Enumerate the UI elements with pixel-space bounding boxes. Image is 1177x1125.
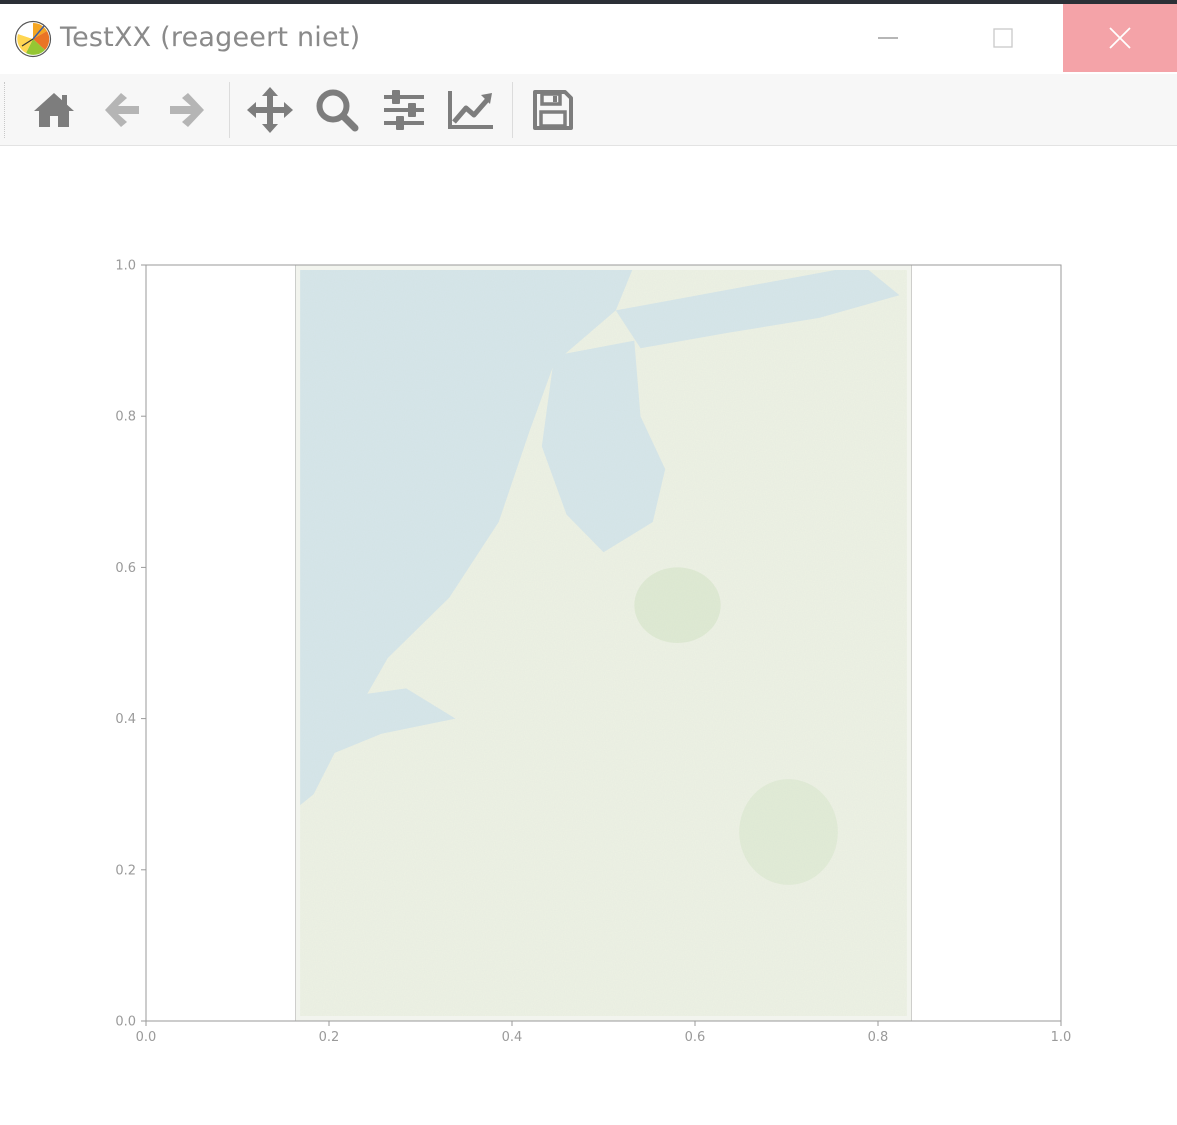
plot-area[interactable]: 0.0 0.2 0.4 0.6 0.8 1.0 0.0 0.2 0.4 0.6 0.8 1.0 bbox=[0, 146, 1177, 1125]
maximize-icon bbox=[993, 28, 1013, 48]
zoom-button[interactable] bbox=[311, 84, 363, 136]
y-axis: 0.0 0.2 0.4 0.6 0.8 1.0 bbox=[115, 259, 146, 1030]
x-axis: 0.0 0.2 0.4 0.6 0.8 1.0 bbox=[136, 1021, 1072, 1045]
y-tick-label: 0.2 bbox=[115, 863, 136, 878]
save-button[interactable] bbox=[527, 84, 579, 136]
x-tick-label: 0.8 bbox=[868, 1030, 889, 1045]
x-tick-label: 1.0 bbox=[1051, 1030, 1072, 1045]
floppy-disk-icon bbox=[533, 90, 573, 130]
arrow-left-icon bbox=[105, 93, 139, 127]
close-icon bbox=[1109, 27, 1131, 49]
x-tick-label: 0.2 bbox=[319, 1030, 340, 1045]
plot-canvas[interactable]: 0.0 0.2 0.4 0.6 0.8 1.0 0.0 0.2 0.4 0.6 0.8 1.0 bbox=[0, 146, 1177, 1125]
toolbar-separator bbox=[512, 82, 513, 138]
back-button[interactable] bbox=[96, 84, 148, 136]
toolbar-grip[interactable] bbox=[4, 82, 6, 138]
close-button[interactable] bbox=[1063, 4, 1177, 72]
minimize-button[interactable] bbox=[832, 4, 944, 72]
x-tick-label: 0.6 bbox=[685, 1030, 706, 1045]
search-icon bbox=[316, 89, 359, 132]
y-tick-label: 0.8 bbox=[115, 410, 136, 425]
python-logo-icon bbox=[14, 20, 52, 58]
x-tick-label: 0.4 bbox=[502, 1030, 523, 1045]
map-image bbox=[295, 265, 912, 1021]
move-icon bbox=[247, 87, 293, 133]
subplots-button[interactable] bbox=[378, 84, 430, 136]
line-chart-icon bbox=[448, 91, 493, 129]
window-title: TestXX (reageert niet) bbox=[60, 22, 361, 53]
y-tick-label: 0.4 bbox=[115, 712, 136, 727]
edit-axis-button[interactable] bbox=[445, 84, 497, 136]
maximize-button[interactable] bbox=[947, 4, 1059, 72]
sliders-icon bbox=[384, 90, 424, 130]
home-icon bbox=[34, 93, 74, 127]
pan-button[interactable] bbox=[244, 84, 296, 136]
home-button[interactable] bbox=[28, 84, 80, 136]
title-bar[interactable]: TestXX (reageert niet) bbox=[0, 4, 1177, 74]
x-tick-label: 0.0 bbox=[136, 1030, 157, 1045]
navigation-toolbar bbox=[0, 74, 1177, 146]
y-tick-label: 0.0 bbox=[115, 1015, 136, 1030]
map-texture bbox=[295, 265, 912, 1021]
y-tick-label: 0.6 bbox=[115, 561, 136, 576]
minimize-icon bbox=[878, 37, 898, 39]
forward-button[interactable] bbox=[161, 84, 213, 136]
arrow-right-icon bbox=[170, 93, 204, 127]
y-tick-label: 1.0 bbox=[115, 259, 136, 274]
toolbar-separator bbox=[229, 82, 230, 138]
